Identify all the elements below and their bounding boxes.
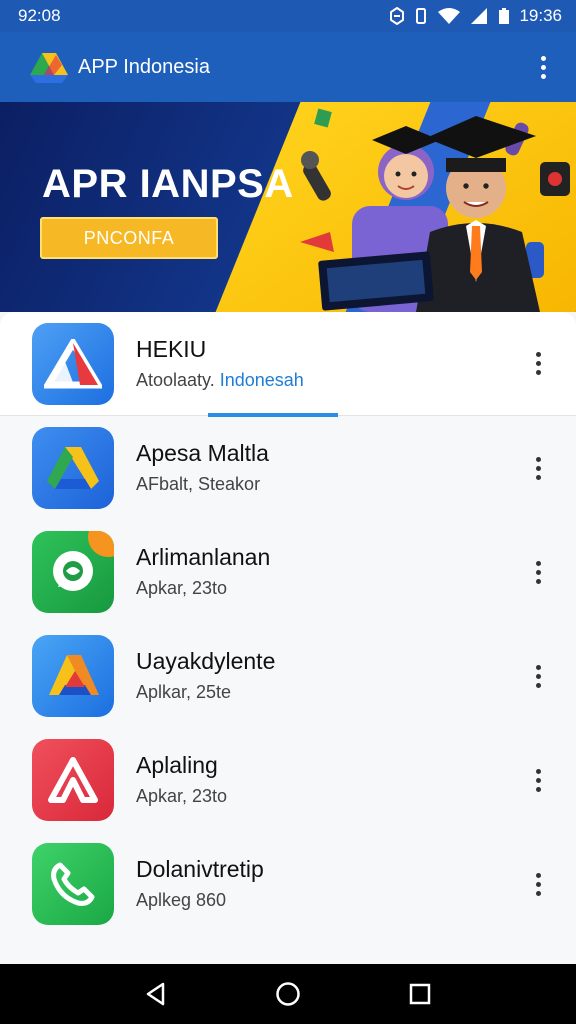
app-subtitle: Atoolaaty. Indonesah bbox=[136, 366, 576, 394]
more-vert-icon[interactable] bbox=[528, 47, 558, 87]
app-subtitle: Aplkar, 25te bbox=[136, 682, 232, 702]
app-logo-icon bbox=[30, 53, 68, 83]
list-item[interactable]: Arlimanlanan Apkar, 23to bbox=[0, 520, 576, 624]
app-title: APP Indonesia bbox=[78, 55, 210, 78]
vibrate-icon bbox=[416, 8, 427, 24]
app-name: Uayakdylente bbox=[136, 648, 276, 674]
list-item[interactable]: Apesa Maltla AFbalt, Steakor bbox=[0, 416, 576, 520]
drive-logo-icon bbox=[32, 427, 114, 509]
signal-icon bbox=[471, 8, 488, 24]
microphone-icon bbox=[301, 151, 331, 201]
graduates-illustration bbox=[300, 108, 570, 312]
home-icon[interactable] bbox=[268, 974, 308, 1014]
status-time-right: 19:36 bbox=[519, 6, 562, 25]
battery-icon bbox=[499, 8, 510, 24]
list-item[interactable]: Uayakdylente Aplkar, 25te bbox=[0, 624, 576, 728]
letter-a-icon bbox=[32, 739, 114, 821]
trumpet-icon bbox=[300, 232, 334, 252]
app-subtitle-highlight: Indonesah bbox=[219, 369, 304, 390]
tablet-icon bbox=[318, 251, 434, 311]
app-name: Dolanivtretip bbox=[136, 856, 264, 882]
list-item[interactable]: Dolanivtretip Aplkeg 860 bbox=[0, 832, 576, 936]
back-icon[interactable] bbox=[136, 974, 176, 1014]
dnd-icon bbox=[390, 7, 405, 25]
app-name: HEKIU bbox=[136, 335, 207, 362]
app-name: Apesa Maltla bbox=[136, 440, 269, 466]
app-bar: APP Indonesia bbox=[0, 32, 576, 102]
item-more-icon[interactable] bbox=[528, 764, 548, 796]
app-list: HEKIU Atoolaaty. Indonesah Apesa Maltla … bbox=[0, 312, 576, 964]
promo-banner[interactable]: APR IANPSA PNCONFA bbox=[0, 102, 576, 312]
app-subtitle: Apkar, 23to bbox=[136, 786, 228, 806]
app-subtitle: Aplkeg 860 bbox=[136, 890, 227, 910]
triangle-colorful-icon bbox=[32, 635, 114, 717]
banner-cta-button[interactable]: PNCONFA bbox=[40, 217, 218, 259]
app-subtitle: Apkar, 23to bbox=[136, 578, 228, 598]
app-name: Aplaling bbox=[136, 752, 218, 778]
app-subtitle-text: Atoolaaty. bbox=[136, 369, 215, 390]
triangle-red-blue-icon bbox=[32, 322, 114, 405]
system-nav-bar bbox=[0, 964, 576, 1024]
trophy-icon bbox=[314, 108, 332, 128]
item-more-icon[interactable] bbox=[528, 556, 548, 588]
status-icons: 19:36 bbox=[389, 6, 562, 26]
chat-bubble-icon bbox=[32, 531, 114, 613]
list-item[interactable]: HEKIU Atoolaaty. Indonesah bbox=[0, 312, 576, 417]
app-subtitle: AFbalt, Steakor bbox=[136, 474, 261, 494]
status-bar: 92:08 19:36 bbox=[0, 0, 576, 32]
status-time-left: 92:08 bbox=[18, 6, 61, 25]
camera-icon bbox=[540, 162, 570, 196]
item-more-icon[interactable] bbox=[528, 868, 548, 900]
phone-icon bbox=[32, 843, 114, 925]
item-more-icon[interactable] bbox=[528, 452, 548, 484]
item-more-icon[interactable] bbox=[528, 660, 548, 692]
recents-icon[interactable] bbox=[400, 974, 440, 1014]
wifi-icon bbox=[438, 8, 461, 24]
list-item[interactable]: Aplaling Apkar, 23to bbox=[0, 728, 576, 832]
banner-title: APR IANPSA bbox=[42, 162, 294, 206]
item-more-icon[interactable] bbox=[528, 348, 548, 380]
app-name: Arlimanlanan bbox=[136, 544, 271, 570]
